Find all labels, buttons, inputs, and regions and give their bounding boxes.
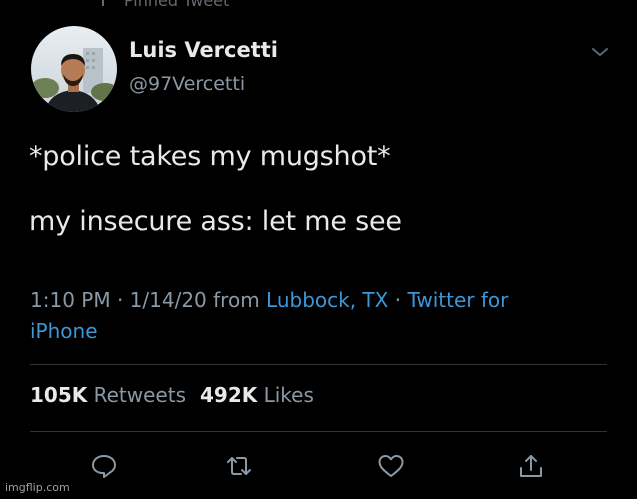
avatar[interactable] [31, 26, 117, 112]
divider [30, 364, 607, 365]
pinned-tweet-header: Pinned Tweet [98, 0, 229, 10]
heart-icon[interactable] [376, 452, 406, 480]
reply-icon[interactable] [89, 452, 119, 480]
divider [30, 431, 607, 432]
likes-label: Likes [263, 383, 314, 407]
client-label-part1: Twitter for [407, 288, 509, 312]
author-name[interactable]: Luis Vercetti [129, 38, 278, 62]
retweet-icon[interactable] [224, 452, 254, 480]
author-handle[interactable]: @97Vercetti [129, 73, 245, 95]
tweet-time[interactable]: 1:10 PM [30, 288, 111, 312]
tweet-text-line-2: my insecure ass: let me see [29, 206, 402, 237]
chevron-down-icon[interactable] [589, 44, 611, 58]
meta-separator: · [110, 288, 130, 312]
share-icon[interactable] [516, 452, 546, 480]
pinned-label: Pinned Tweet [124, 0, 230, 10]
likes-stat[interactable]: 492K Likes [200, 383, 314, 407]
retweets-count: 105K [30, 383, 88, 407]
from-word: from [206, 288, 267, 312]
likes-count: 492K [199, 383, 258, 407]
pin-icon [98, 0, 108, 10]
tweet-date[interactable]: 1/14/20 [130, 288, 207, 312]
meta-separator: · [388, 288, 408, 312]
imgflip-watermark: imgflip.com [5, 481, 70, 494]
client-label-part2: iPhone [30, 319, 98, 343]
tweet-text-line-1: *police takes my mugshot* [29, 141, 391, 172]
location-link[interactable]: Lubbock, TX [266, 288, 388, 312]
tweet-stats: 105K Retweets 492K Likes [30, 383, 314, 407]
retweets-label: Retweets [93, 383, 186, 407]
retweets-stat[interactable]: 105K Retweets [30, 383, 186, 407]
tweet-meta: 1:10 PM · 1/14/20 from Lubbock, TX · Twi… [30, 285, 590, 347]
